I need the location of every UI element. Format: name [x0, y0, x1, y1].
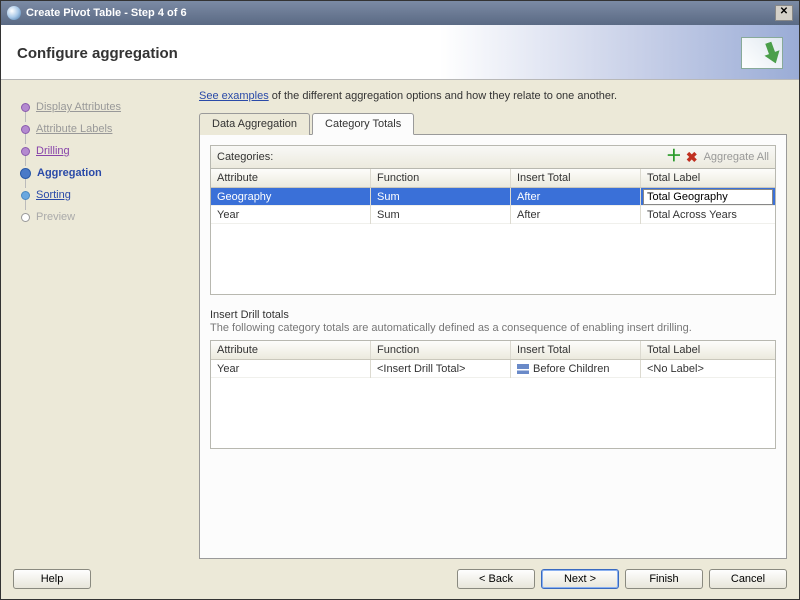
next-button[interactable]: Next >	[541, 569, 619, 589]
step-attribute-labels[interactable]: Attribute Labels	[36, 123, 112, 135]
titlebar: Create Pivot Table - Step 4 of 6 ✕	[1, 1, 799, 25]
drill-totals-desc: The following category totals are automa…	[210, 322, 776, 334]
app-icon	[7, 6, 21, 20]
aggregate-all-link[interactable]: Aggregate All	[704, 151, 769, 163]
col-attribute: Attribute	[211, 341, 371, 359]
delete-icon[interactable]: ✖	[686, 150, 698, 164]
col-attribute[interactable]: Attribute	[211, 169, 371, 187]
step-dot	[21, 191, 30, 200]
step-aggregation: Aggregation	[37, 167, 102, 179]
step-drilling[interactable]: Drilling	[36, 145, 70, 157]
table-row[interactable]: Year Sum After Total Across Years	[211, 206, 775, 224]
tab-data-aggregation[interactable]: Data Aggregation	[199, 113, 310, 135]
before-children-icon	[517, 364, 529, 374]
col-insert-total[interactable]: Insert Total	[511, 169, 641, 187]
categories-label: Categories:	[217, 151, 273, 163]
finish-button[interactable]: Finish	[625, 569, 703, 589]
back-button[interactable]: < Back	[457, 569, 535, 589]
tab-category-totals[interactable]: Category Totals	[312, 113, 414, 135]
drill-grid: Attribute Function Insert Total Total La…	[210, 340, 776, 449]
tabs: Data Aggregation Category Totals	[199, 112, 787, 135]
table-row[interactable]: Geography Sum After	[211, 188, 775, 206]
step-dot	[21, 103, 30, 112]
step-display-attributes[interactable]: Display Attributes	[36, 101, 121, 113]
see-examples-link[interactable]: See examples	[199, 90, 269, 102]
table-row[interactable]: Year <Insert Drill Total> Before Childre…	[211, 360, 775, 378]
window-title: Create Pivot Table - Step 4 of 6	[26, 7, 187, 19]
help-button[interactable]: Help	[13, 569, 91, 589]
step-dot	[21, 147, 30, 156]
close-button[interactable]: ✕	[775, 5, 793, 21]
tab-panel-category-totals: Categories: ＋ ✖ Aggregate All Attribute …	[199, 135, 787, 559]
step-preview: Preview	[36, 211, 75, 223]
header-band: Configure aggregation	[1, 25, 799, 80]
wizard-steps: Display Attributes Attribute Labels Dril…	[13, 90, 193, 559]
col-total-label: Total Label	[641, 341, 775, 359]
step-dot	[20, 168, 31, 179]
col-function[interactable]: Function	[371, 169, 511, 187]
col-insert-total: Insert Total	[511, 341, 641, 359]
step-dot	[21, 213, 30, 222]
wizard-window: Create Pivot Table - Step 4 of 6 ✕ Confi…	[0, 0, 800, 600]
drill-totals-title: Insert Drill totals	[210, 309, 776, 321]
total-label-input[interactable]	[643, 189, 773, 205]
page-title: Configure aggregation	[17, 45, 178, 62]
col-total-label[interactable]: Total Label	[641, 169, 775, 187]
add-icon[interactable]: ＋	[666, 149, 682, 165]
col-function: Function	[371, 341, 511, 359]
step-sorting[interactable]: Sorting	[36, 189, 71, 201]
categories-grid: Attribute Function Insert Total Total La…	[210, 169, 776, 295]
categories-header: Categories: ＋ ✖ Aggregate All	[210, 145, 776, 169]
pivot-table-icon	[741, 37, 783, 69]
intro-text: See examples of the different aggregatio…	[199, 90, 787, 112]
cancel-button[interactable]: Cancel	[709, 569, 787, 589]
wizard-footer: Help < Back Next > Finish Cancel	[1, 559, 799, 599]
step-dot	[21, 125, 30, 134]
